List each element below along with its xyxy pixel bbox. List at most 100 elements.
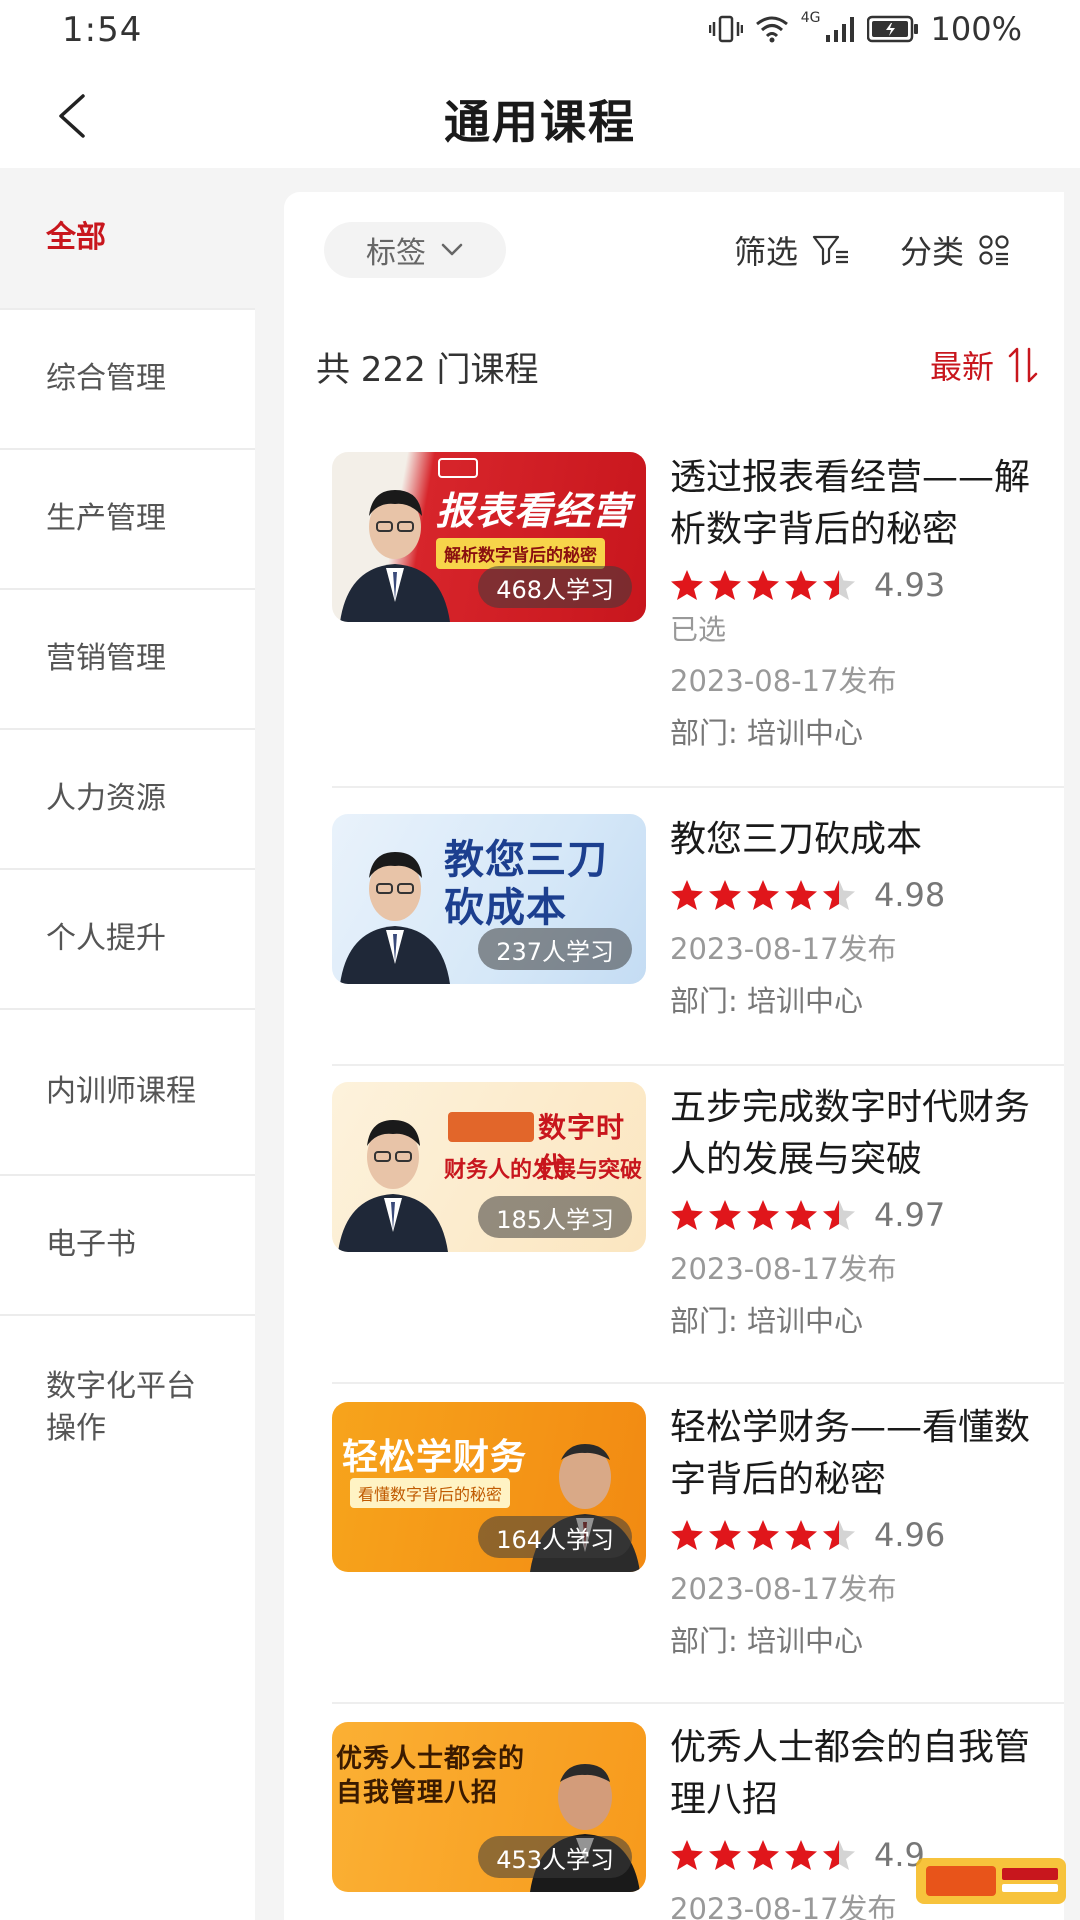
category-grid-icon — [979, 235, 1009, 266]
rating: 4.97 — [670, 1192, 1064, 1238]
course-thumbnail: 报表看经营 解析数字背后的秘密 468人学习 — [332, 452, 646, 622]
course-thumbnail: 教您三刀 砍成本 237人学习 — [332, 814, 646, 984]
course-title: 五步完成数字时代财务人的发展与突破 — [670, 1087, 1031, 1180]
sidebar-item-ebooks[interactable]: 电子书 — [0, 1176, 255, 1314]
course-card[interactable]: 教您三刀 砍成本 237人学习 教您三刀砍成本 4.98 2023-08-17发… — [332, 814, 1064, 1054]
rating-value: 4.93 — [874, 566, 946, 604]
filter-icon — [812, 235, 849, 266]
course-thumbnail: 轻松学财务 看懂数字背后的秘密 164人学习 — [332, 1402, 646, 1572]
thumb-step-tag — [448, 1112, 534, 1142]
chevron-down-icon — [441, 243, 463, 256]
vibrate-icon — [708, 15, 743, 43]
course-thumbnail: 数字时代 财务人的发展与突破 185人学习 — [332, 1082, 646, 1252]
category-sidebar: 全部 综合管理 生产管理 营销管理 人力资源 个人提升 内训师课程 电子书 数字… — [0, 168, 255, 1920]
star-icon — [747, 1840, 779, 1870]
thumb-subtitle: 财务人的发展与突破 — [444, 1158, 643, 1183]
course-card[interactable]: 报表看经营 解析数字背后的秘密 468人学习 透过报表看经营——解析数字背后的秘… — [332, 452, 1064, 782]
sort-label: 最新 — [929, 348, 994, 386]
course-card[interactable]: 轻松学财务 看懂数字背后的秘密 164人学习 轻松学财务——看懂数字背后的秘密 … — [332, 1402, 1064, 1692]
card-divider — [332, 1382, 1064, 1384]
card-divider — [332, 1702, 1064, 1704]
learners-badge: 164人学习 — [478, 1516, 632, 1558]
thumb-headline: 报表看经营 — [436, 489, 632, 533]
star-icon — [709, 1200, 741, 1230]
star-half-icon — [823, 880, 855, 910]
star-icon — [785, 1840, 817, 1870]
learners-badge: 468人学习 — [478, 566, 632, 608]
department: 部门: 培训中心 — [670, 1624, 863, 1658]
sort-button[interactable]: 最新 — [930, 342, 1040, 388]
sidebar-item-label: 生产管理 — [46, 501, 166, 536]
sidebar-item-label: 内训师课程 — [46, 1074, 196, 1109]
course-title: 轻松学财务——看懂数字背后的秘密 — [670, 1407, 1031, 1500]
course-info: 透过报表看经营——解析数字背后的秘密 4.93 已选 2023-08-17发布 … — [670, 452, 1064, 754]
star-icon — [709, 570, 741, 600]
course-list-panel: 标签 筛选 分类 共 222 门课程 最新 报表看经营 解析数字背后的秘密 46… — [284, 192, 1064, 1920]
card-divider — [332, 1064, 1064, 1066]
learners-badge: 237人学习 — [478, 928, 632, 970]
sidebar-item-personal-growth[interactable]: 个人提升 — [0, 870, 255, 1008]
course-title: 优秀人士都会的自我管理八招 — [670, 1727, 1031, 1820]
star-icon — [671, 1840, 703, 1870]
course-info: 轻松学财务——看懂数字背后的秘密 4.96 2023-08-17发布 部门: 培… — [670, 1402, 1064, 1662]
course-thumbnail: 优秀人士都会的 自我管理八招 453人学习 — [332, 1722, 646, 1892]
course-card[interactable]: 数字时代 财务人的发展与突破 185人学习 五步完成数字时代财务人的发展与突破 … — [332, 1082, 1064, 1372]
star-half-icon — [823, 1840, 855, 1870]
course-count: 共 222 门课程 — [316, 350, 539, 390]
sidebar-item-label: 营销管理 — [46, 641, 166, 676]
sidebar-item-marketing-management[interactable]: 营销管理 — [0, 590, 255, 728]
sort-icon — [1008, 347, 1038, 383]
thumb-headline: 优秀人士都会的 自我管理八招 — [336, 1744, 526, 1808]
course-info: 教您三刀砍成本 4.98 2023-08-17发布 部门: 培训中心 — [670, 814, 1064, 1022]
rating-value: 4.96 — [874, 1516, 946, 1554]
star-half-icon — [823, 1200, 855, 1230]
selected-status: 已选 — [670, 613, 727, 646]
star-half-icon — [823, 570, 855, 600]
lecturer-photo — [340, 834, 450, 984]
sidebar-item-digital-platform[interactable]: 数字化平台操作 — [0, 1316, 255, 1486]
category-button[interactable]: 分类 — [900, 224, 1010, 276]
network-type: 4G — [800, 10, 821, 26]
rating: 4.96 — [670, 1512, 1064, 1558]
star-icon — [785, 570, 817, 600]
wifi-icon — [755, 16, 788, 43]
star-half-icon — [823, 1520, 855, 1550]
star-icon — [671, 570, 703, 600]
filter-button[interactable]: 筛选 — [734, 224, 850, 276]
star-icon — [671, 1520, 703, 1550]
star-icon — [785, 880, 817, 910]
course-title: 教您三刀砍成本 — [670, 819, 923, 860]
star-icon — [785, 1200, 817, 1230]
tag-label: 标签 — [366, 236, 426, 271]
star-icon — [709, 1840, 741, 1870]
signal-icon — [825, 17, 854, 42]
star-icon — [785, 1520, 817, 1550]
star-icon — [747, 570, 779, 600]
thumb-subtitle: 解析数字背后的秘密 — [436, 538, 605, 569]
card-divider — [332, 786, 1064, 788]
sidebar-item-general-management[interactable]: 综合管理 — [0, 310, 255, 448]
publish-date: 2023-08-17发布 — [670, 1252, 897, 1286]
sidebar-item-human-resources[interactable]: 人力资源 — [0, 730, 255, 868]
battery-percent: 100% — [930, 10, 1022, 48]
sidebar-item-production-management[interactable]: 生产管理 — [0, 450, 255, 588]
thumb-brand-tag — [438, 458, 478, 478]
lecturer-photo — [340, 472, 450, 622]
course-info: 五步完成数字时代财务人的发展与突破 4.97 2023-08-17发布 部门: … — [670, 1082, 1064, 1342]
status-bar: 1:54 4G 100% — [0, 0, 1080, 64]
star-icon — [747, 1200, 779, 1230]
page-title: 通用课程 — [444, 95, 636, 149]
sidebar-filler — [0, 1486, 255, 1920]
thumb-headline: 教您三刀 砍成本 — [444, 837, 608, 931]
tag-dropdown[interactable]: 标签 — [324, 222, 506, 278]
sidebar-item-label: 全部 — [46, 220, 106, 255]
sidebar-item-all[interactable]: 全部 — [0, 168, 255, 308]
lecturer-photo — [338, 1102, 448, 1252]
course-title: 透过报表看经营——解析数字背后的秘密 — [670, 457, 1031, 550]
sidebar-item-label: 人力资源 — [46, 781, 166, 816]
sidebar-item-label: 电子书 — [46, 1227, 136, 1262]
star-icon — [671, 880, 703, 910]
star-icon — [747, 1520, 779, 1550]
battery-icon — [866, 15, 918, 43]
sidebar-item-trainer-courses[interactable]: 内训师课程 — [0, 1010, 255, 1174]
